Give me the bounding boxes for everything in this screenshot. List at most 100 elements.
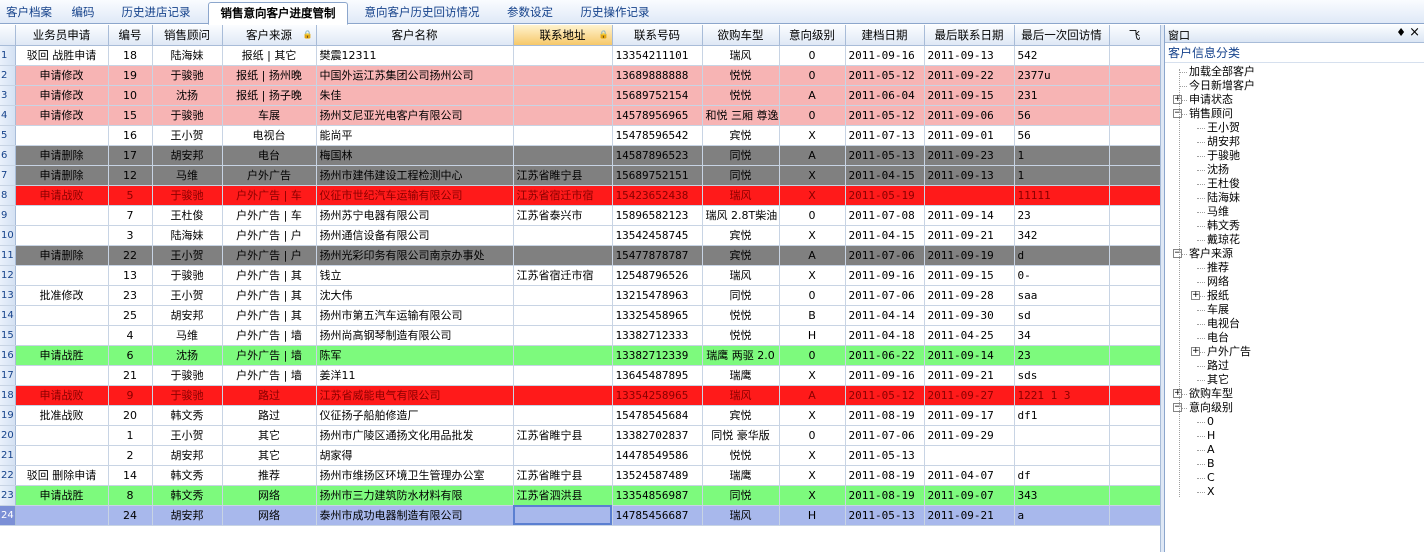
cell-12[interactable] [1109,485,1160,506]
cell-4[interactable]: 泰州市成功电器制造有限公司 [316,505,514,526]
cell-1[interactable]: 7 [108,205,153,226]
cell-7[interactable]: 悦悦 [702,305,780,326]
column-header-9[interactable]: 建档日期 [845,25,925,46]
table-row[interactable]: 21 2 胡安邦 其它 胡家得 14478549586 悦悦 X 2011-05-13 [0,445,1160,466]
cell-11[interactable]: d [1014,245,1110,266]
cell-3[interactable]: 路过 [222,385,317,406]
cell-2[interactable]: 韩文秀 [152,465,223,486]
cell-6[interactable]: 15477878787 [612,245,703,266]
cell-1[interactable]: 21 [108,365,153,386]
cell-11[interactable]: 1221 1 3 [1014,385,1110,406]
cell-2[interactable]: 陆海妹 [152,45,223,66]
cell-0[interactable]: 驳回 删除申请 [15,465,109,486]
cell-8[interactable]: 0 [779,425,846,446]
cell-4[interactable]: 沈大伟 [316,285,514,306]
cell-9[interactable]: 2011-07-08 [845,205,925,226]
table-row[interactable]: 19 批准战败 20 韩文秀 路过 仪征扬子船舶修造厂 15478545684 宾悦 X 2011… [0,405,1160,426]
cell-5[interactable]: 江苏省睢宁县 [513,465,613,486]
cell-9[interactable]: 2011-07-13 [845,125,925,146]
tree-node[interactable]: H [1207,429,1215,443]
cell-6[interactable]: 13689888888 [612,65,703,86]
cell-12[interactable] [1109,65,1160,86]
table-row[interactable]: 13 批准修改 23 王小贺 户外广告 | 其沈大伟 13215478963 同悦 0 2011… [0,285,1160,306]
tab-6[interactable]: 历史操作记录 [568,2,662,23]
cell-0[interactable]: 申请删除 [15,245,109,266]
cell-3[interactable]: 户外广告 | 墙 [222,345,317,366]
cell-10[interactable]: 2011-09-13 [924,45,1015,66]
cell-12[interactable] [1109,405,1160,426]
cell-7[interactable]: 瑞风 [702,385,780,406]
cell-10[interactable]: 2011-09-28 [924,285,1015,306]
cell-6[interactable]: 13382702837 [612,425,703,446]
cell-10[interactable] [924,445,1015,466]
cell-7[interactable]: 悦悦 [702,445,780,466]
cell-12[interactable] [1109,265,1160,286]
table-row[interactable]: 1 驳回 战胜申请 18 陆海妹 报纸 | 其它 樊震12311 13354211101 瑞风… [0,45,1160,66]
cell-0[interactable]: 申请修改 [15,65,109,86]
cell-7[interactable]: 瑞鹰 [702,365,780,386]
row-number[interactable]: 18 [0,385,16,406]
cell-10[interactable]: 2011-09-13 [924,165,1015,186]
row-number[interactable]: 20 [0,425,16,446]
table-row[interactable]: 18 申请战败 9 于骏驰 路过 江苏省威能电气有限公司 13354258965 瑞风 A 201… [0,385,1160,406]
tree-node[interactable]: 于骏驰 [1207,149,1240,163]
cell-2[interactable]: 马维 [152,325,223,346]
cell-4[interactable]: 胡家得 [316,445,514,466]
cell-11[interactable]: 0- [1014,265,1110,286]
table-row[interactable]: 4 申请修改 15 于骏驰 车展 扬州艾尼亚光电客户有限公司 14578956965 和悦 三… [0,105,1160,126]
tree-node[interactable]: 网络 [1207,275,1229,289]
cell-7[interactable]: 瑞鹰 两驱 2.0 [702,345,780,366]
cell-2[interactable]: 王小贺 [152,125,223,146]
cell-1[interactable]: 17 [108,145,153,166]
table-row[interactable]: 8 申请战败 5 于骏驰 户外广告 | 车仪征市世纪汽车运输有限公司 江苏省宿迁市宿 154… [0,185,1160,206]
cell-5[interactable] [513,45,613,66]
cell-1[interactable]: 16 [108,125,153,146]
cell-0[interactable]: 申请删除 [15,165,109,186]
cell-7[interactable]: 同悦 [702,485,780,506]
cell-6[interactable]: 14578956965 [612,105,703,126]
cell-0[interactable] [15,225,109,246]
cell-5[interactable] [513,285,613,306]
row-number[interactable]: 1 [0,45,16,66]
column-header-12[interactable]: 飞 [1109,25,1160,46]
cell-10[interactable]: 2011-09-30 [924,305,1015,326]
row-number[interactable]: 21 [0,445,16,466]
cell-4[interactable]: 朱佳 [316,85,514,106]
cell-10[interactable]: 2011-09-07 [924,485,1015,506]
cell-0[interactable] [15,325,109,346]
cell-1[interactable]: 18 [108,45,153,66]
cell-5[interactable]: 江苏省泗洪县 [513,485,613,506]
cell-3[interactable]: 报纸 | 扬州晚 [222,65,317,86]
cell-1[interactable]: 15 [108,105,153,126]
cell-3[interactable]: 户外广告 | 墙 [222,365,317,386]
row-number[interactable]: 15 [0,325,16,346]
row-number[interactable]: 11 [0,245,16,266]
cell-12[interactable] [1109,205,1160,226]
cell-6[interactable]: 13382712333 [612,325,703,346]
cell-11[interactable]: 23 [1014,345,1110,366]
tree-node[interactable]: 加载全部客户 [1189,65,1255,79]
cell-4[interactable]: 扬州尚高钢琴制造有限公司 [316,325,514,346]
cell-1[interactable]: 19 [108,65,153,86]
cell-1[interactable]: 20 [108,405,153,426]
collapse-icon[interactable]: − [1173,249,1182,258]
column-header-4[interactable]: 客户名称 [316,25,514,46]
cell-2[interactable]: 韩文秀 [152,485,223,506]
cell-9[interactable]: 2011-06-04 [845,85,925,106]
cell-7[interactable]: 瑞风 2.8T柴油 [702,205,780,226]
table-row[interactable]: 15 4 马维 户外广告 | 墙扬州尚高钢琴制造有限公司 13382712333 悦悦 H 2… [0,325,1160,346]
cell-12[interactable] [1109,505,1160,526]
row-number[interactable]: 9 [0,205,16,226]
row-number[interactable]: 2 [0,65,16,86]
cell-7[interactable]: 宾悦 [702,225,780,246]
cell-2[interactable]: 于骏驰 [152,265,223,286]
cell-1[interactable]: 13 [108,265,153,286]
cell-0[interactable] [15,365,109,386]
row-number[interactable]: 16 [0,345,16,366]
cell-9[interactable]: 2011-09-16 [845,265,925,286]
cell-2[interactable]: 韩文秀 [152,405,223,426]
cell-0[interactable]: 申请修改 [15,85,109,106]
cell-6[interactable]: 13354211101 [612,45,703,66]
cell-10[interactable]: 2011-09-15 [924,85,1015,106]
column-header-3[interactable]: 客户来源 🔒 [222,25,317,46]
